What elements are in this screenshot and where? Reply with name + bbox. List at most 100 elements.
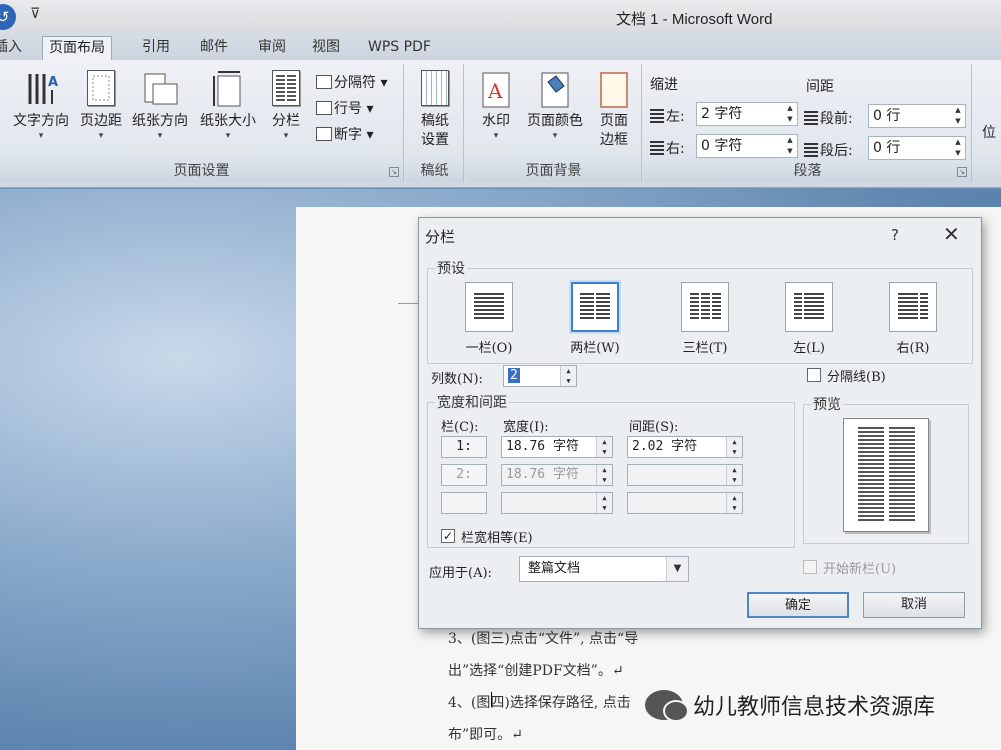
preset-left-icon <box>785 282 833 332</box>
margin-mark <box>398 303 420 304</box>
page-color-button[interactable]: 页面颜色 ▾ <box>522 70 588 141</box>
margins-icon <box>82 70 120 110</box>
svg-text:A: A <box>487 79 503 103</box>
page-borders-icon <box>595 70 633 110</box>
preset-three-icon <box>681 282 729 332</box>
page-borders-button[interactable]: 页面 边框 <box>592 70 636 150</box>
title-bar: ↺ ⊽ 文档 1 - Microsoft Word <box>0 0 1001 36</box>
page-size-icon <box>209 70 247 110</box>
text-direction-icon: A <box>22 70 60 110</box>
indent-right-spinner-icon: ▲ ▼ <box>787 136 793 155</box>
column-spacing-input: ▲ ▼ <box>627 492 743 514</box>
column-spacing-spinner-icon: ▲ ▼ <box>726 465 742 485</box>
num-columns-spinner-icon: ▲ ▼ <box>560 366 576 386</box>
tab-view[interactable]: 视图 <box>306 36 346 60</box>
preset-right[interactable]: 右(R) <box>878 282 948 356</box>
col-header: 栏(C): <box>441 420 479 435</box>
tab-review[interactable]: 审阅 <box>252 36 292 60</box>
preview-label: 预览 <box>811 394 843 414</box>
column-spacing-spinner-icon: ▲ ▼ <box>726 437 742 457</box>
indent-left-label: 左: <box>650 106 685 126</box>
breaks-icon <box>316 75 332 89</box>
spacing-before-input[interactable]: 0 行 ▲ ▼ <box>868 104 966 128</box>
help-icon[interactable]: ? <box>891 226 899 244</box>
breaks-button[interactable]: 分隔符 ▾ <box>316 72 387 92</box>
indent-title: 缩进 <box>650 77 678 93</box>
cancel-button[interactable]: 取消 <box>863 592 965 618</box>
indent-left-input[interactable]: 2 字符 ▲ ▼ <box>696 102 798 126</box>
indent-right-input[interactable]: 0 字符 ▲ ▼ <box>696 134 798 158</box>
quick-access-customize-icon[interactable]: ⊽ <box>30 6 40 22</box>
ribbon-tabs: 插入 页面布局 引用 邮件 审阅 视图 WPS PDF <box>0 32 1001 60</box>
column-number: 2: <box>441 464 487 486</box>
column-width-input: 18.76 字符 ▲ ▼ <box>501 464 613 486</box>
document-line-4: 布”即可。↵ <box>448 727 523 743</box>
num-columns-input[interactable]: 2 ▲ ▼ <box>503 365 577 387</box>
equal-width-checkbox[interactable]: ✓ <box>441 529 455 543</box>
separator-checkbox[interactable] <box>807 368 821 382</box>
indent-right-icon <box>650 141 664 155</box>
manuscript-label: 稿纸 <box>406 160 463 182</box>
column-width-input[interactable]: 18.76 字符 ▲ ▼ <box>501 436 613 458</box>
start-new-column-checkbox <box>803 560 817 574</box>
ok-button[interactable]: 确定 <box>747 592 849 618</box>
paragraph-launcher-icon[interactable]: ↘ <box>957 167 967 177</box>
arrange-group: 位 <box>974 64 1001 182</box>
watermark-icon: A <box>477 70 515 110</box>
preset-one[interactable]: 一栏(O) <box>454 282 524 356</box>
tab-page-layout[interactable]: 页面布局 <box>42 36 112 60</box>
tab-mailings[interactable]: 邮件 <box>194 36 234 60</box>
preset-three[interactable]: 三栏(T) <box>670 282 740 356</box>
watermark-button[interactable]: A 水印 ▾ <box>474 70 518 141</box>
line-numbers-icon <box>316 101 332 115</box>
spacing-before-spinner-icon: ▲ ▼ <box>955 106 961 125</box>
line-numbers-button[interactable]: 行号 ▾ <box>316 98 373 118</box>
page-setup-label: 页面设置 <box>0 160 403 182</box>
watermark-text: 幼儿教师信息技术资源库 <box>693 695 936 720</box>
column-spacing-input[interactable]: 2.02 字符 ▲ ▼ <box>627 436 743 458</box>
manuscript-settings-button[interactable]: 稿纸 设置 <box>412 70 458 150</box>
chevron-down-icon: ▼ <box>666 557 688 581</box>
apply-to-select[interactable]: 整篇文档 ▼ <box>519 556 689 582</box>
num-columns-label: 列数(N): <box>431 372 483 387</box>
preset-left[interactable]: 左(L) <box>774 282 844 356</box>
close-icon[interactable]: ✕ <box>943 222 960 246</box>
tab-wps-pdf[interactable]: WPS PDF <box>362 36 437 60</box>
preset-two[interactable]: 两栏(W) <box>560 282 630 356</box>
undo-icon[interactable]: ↺ <box>0 4 16 30</box>
page-background-label: 页面背景 <box>466 160 641 182</box>
position-button[interactable]: 位 <box>982 122 996 142</box>
spacing-before-icon <box>804 111 818 125</box>
text-cursor <box>491 692 492 707</box>
page-setup-launcher-icon[interactable]: ↘ <box>389 167 399 177</box>
column-width-spinner-icon: ▲ ▼ <box>596 493 612 513</box>
margins-button[interactable]: 页边距 ▾ <box>78 70 124 141</box>
presets-label: 预设 <box>435 258 467 278</box>
columns-icon <box>267 70 305 110</box>
document-line-1: 3、(图三)点击“文件”, 点击“导 <box>448 631 639 647</box>
width-spacing-label: 宽度和间距 <box>435 392 509 412</box>
column-spacing-input: ▲ ▼ <box>627 464 743 486</box>
text-direction-button[interactable]: A 文字方向 ▾ <box>8 70 74 141</box>
spacing-before-label: 段前: <box>804 108 853 128</box>
manuscript-icon <box>416 70 454 110</box>
spacing-after-spinner-icon: ▲ ▼ <box>955 138 961 157</box>
tab-references[interactable]: 引用 <box>136 36 176 60</box>
columns-button[interactable]: 分栏 ▾ <box>264 70 308 141</box>
spacing-after-input[interactable]: 0 行 ▲ ▼ <box>868 136 966 160</box>
preset-one-icon <box>465 282 513 332</box>
orientation-button[interactable]: 纸张方向 ▾ <box>128 70 192 141</box>
orientation-icon <box>141 70 179 110</box>
preview-page <box>843 418 929 532</box>
indent-right-label: 右: <box>650 138 685 158</box>
tab-insert[interactable]: 插入 <box>0 36 28 60</box>
width-header: 宽度(I): <box>503 420 549 435</box>
column-width-input: ▲ ▼ <box>501 492 613 514</box>
indent-left-spinner-icon: ▲ ▼ <box>787 104 793 123</box>
hyphenation-button[interactable]: 断字 ▾ <box>316 124 373 144</box>
column-number <box>441 492 487 514</box>
page-size-button[interactable]: 纸张大小 ▾ <box>196 70 260 141</box>
wechat-icon <box>645 690 689 722</box>
paragraph-label: 段落 <box>644 160 971 182</box>
spacing-header: 间距(S): <box>629 420 679 435</box>
